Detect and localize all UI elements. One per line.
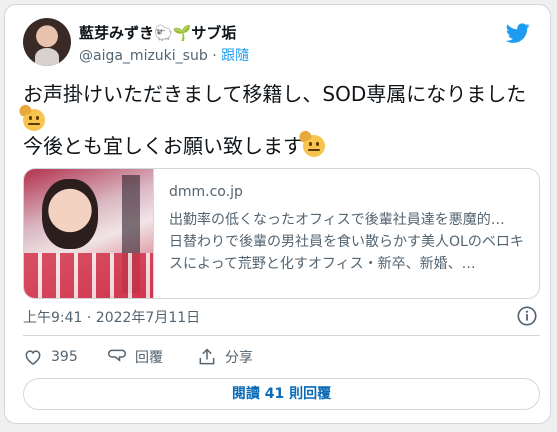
- link-domain: dmm.co.jp: [169, 184, 243, 200]
- twitter-bird-icon[interactable]: [504, 21, 532, 45]
- like-count: 395: [51, 349, 78, 365]
- tweet-line-2: 今後とも宜しくお願い致します: [23, 134, 303, 158]
- share-label: 分享: [225, 350, 253, 366]
- read-replies-prefix: 閱讀: [231, 386, 265, 402]
- read-replies-suffix: 則回覆: [284, 386, 332, 402]
- read-replies-button[interactable]: 閱讀 41 則回覆: [23, 378, 540, 410]
- link-description: 日替わりで後輩の男社員を食い散らかす美人OLのベロキスによって荒野と化すオフィス…: [169, 234, 524, 272]
- thumbnail-banner: [24, 253, 153, 298]
- link-thumbnail[interactable]: [24, 169, 154, 298]
- emoji-icon: [17, 102, 45, 131]
- tweet-timestamp[interactable]: 上午9:41 · 2022年7月11日: [23, 307, 200, 327]
- link-title: 出勤率の低くなったオフィスで後輩社員達を悪魔的…: [169, 212, 505, 228]
- read-replies-count: 41: [264, 386, 285, 402]
- reply-icon: [108, 349, 126, 362]
- share-icon: [199, 348, 215, 365]
- author-handle[interactable]: @aiga_mizuki_sub: [79, 48, 208, 64]
- like-button[interactable]: 395: [23, 347, 78, 367]
- info-icon[interactable]: [516, 305, 538, 327]
- author-handle-row: @aiga_mizuki_sub · 跟隨: [79, 45, 249, 65]
- tweet-text: お声掛けいただきまして移籍し、SOD専属になりました 今後とも宜しくお願い致しま…: [17, 81, 538, 159]
- tweet-card: 藍芽みずき🐑🌱サブ垢 @aiga_mizuki_sub · 跟隨 お声掛けいただ…: [4, 4, 551, 424]
- separator-dot: ·: [212, 48, 217, 64]
- avatar[interactable]: [23, 18, 71, 66]
- reply-button[interactable]: 回覆: [107, 347, 163, 367]
- share-button[interactable]: 分享: [197, 347, 253, 367]
- thumbnail-figure: [42, 179, 98, 249]
- author-display-name[interactable]: 藍芽みずき🐑🌱サブ垢: [79, 22, 236, 43]
- tweet-line-1: お声掛けいただきまして移籍し、SOD専属になりました: [23, 82, 527, 106]
- emoji-icon: [297, 128, 325, 157]
- heart-icon: [25, 350, 41, 365]
- follow-link[interactable]: 跟隨: [221, 48, 249, 64]
- link-preview-card[interactable]: dmm.co.jp 出勤率の低くなったオフィスで後輩社員達を悪魔的… 日替わりで…: [23, 168, 540, 299]
- divider: [23, 335, 540, 336]
- reply-label: 回覆: [135, 350, 163, 366]
